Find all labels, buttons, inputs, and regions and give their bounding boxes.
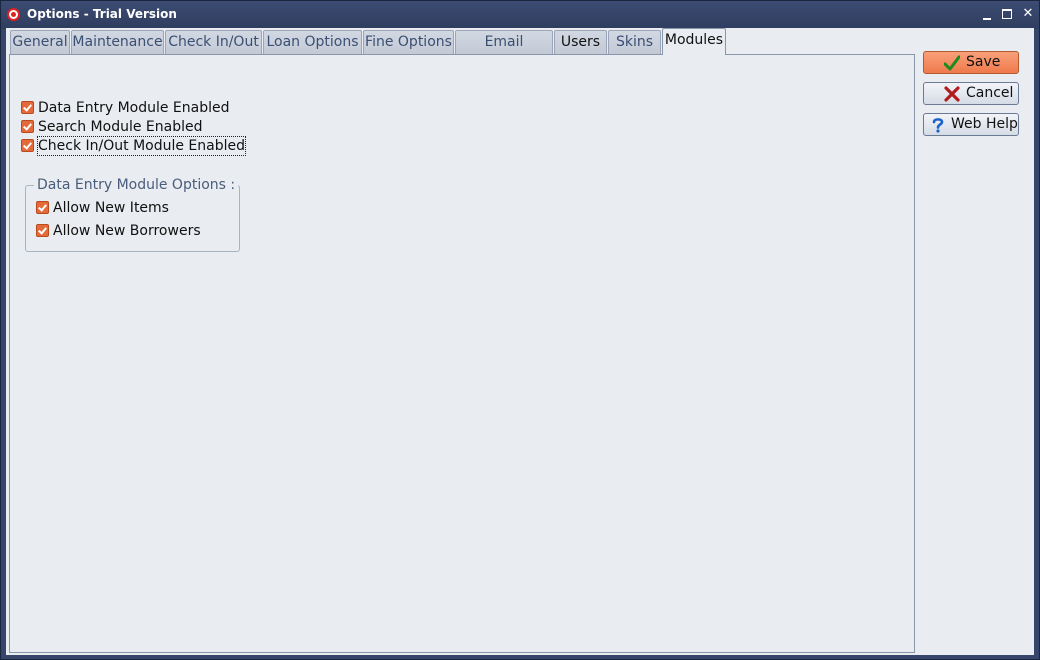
tab-check-in-out[interactable]: Check In/Out	[165, 30, 262, 54]
dialog-body: General Maintenance Check In/Out Loan Op…	[6, 28, 1034, 655]
app-logo-icon	[7, 8, 20, 21]
cancel-button[interactable]: Cancel	[923, 82, 1019, 105]
checkbox-checked-icon[interactable]	[21, 139, 34, 152]
web-help-button[interactable]: Web Help	[923, 113, 1019, 136]
maximize-icon[interactable]	[999, 5, 1017, 23]
save-label: Save	[966, 54, 1001, 70]
minimize-icon[interactable]	[979, 5, 997, 23]
checkbox-checked-icon[interactable]	[21, 120, 34, 133]
group-caption: Data Entry Module Options :	[34, 177, 239, 193]
checkbox-label: Allow New Items	[53, 200, 169, 216]
close-icon[interactable]: ✕	[1019, 5, 1037, 23]
tab-skins[interactable]: Skins	[608, 30, 661, 54]
tab-email-options[interactable]: Email Options	[455, 30, 553, 73]
checkbox-label: Search Module Enabled	[38, 119, 203, 135]
web-help-label: Web Help	[951, 116, 1018, 132]
checkmark-icon	[944, 55, 960, 71]
checkbox-checked-icon[interactable]	[21, 101, 34, 114]
tab-maintenance[interactable]: Maintenance	[71, 30, 164, 54]
tab-users[interactable]: Users	[554, 30, 607, 54]
x-icon	[944, 86, 960, 102]
question-mark-icon	[932, 118, 944, 133]
checkbox-checked-icon[interactable]	[36, 201, 49, 214]
tab-general[interactable]: General	[10, 30, 70, 54]
title-bar[interactable]: Options - Trial Version ✕	[1, 1, 1039, 28]
options-window: Options - Trial Version ✕ General Mainte…	[0, 0, 1040, 660]
tab-fine-options[interactable]: Fine Options	[363, 30, 454, 54]
window-title: Options - Trial Version	[27, 7, 177, 21]
cancel-label: Cancel	[966, 85, 1014, 101]
data-entry-options-group: Data Entry Module Options : Allow New It…	[25, 177, 240, 252]
checkbox-label: Check In/Out Module Enabled	[37, 136, 246, 156]
checkbox-label: Allow New Borrowers	[53, 223, 201, 239]
modules-panel: Data Entry Module Enabled Search Module …	[9, 54, 915, 653]
tab-loan-options[interactable]: Loan Options	[263, 30, 362, 54]
checkbox-label: Data Entry Module Enabled	[38, 100, 230, 116]
tab-modules[interactable]: Modules	[662, 28, 726, 55]
save-button[interactable]: Save	[923, 51, 1019, 74]
checkbox-checked-icon[interactable]	[36, 224, 49, 237]
